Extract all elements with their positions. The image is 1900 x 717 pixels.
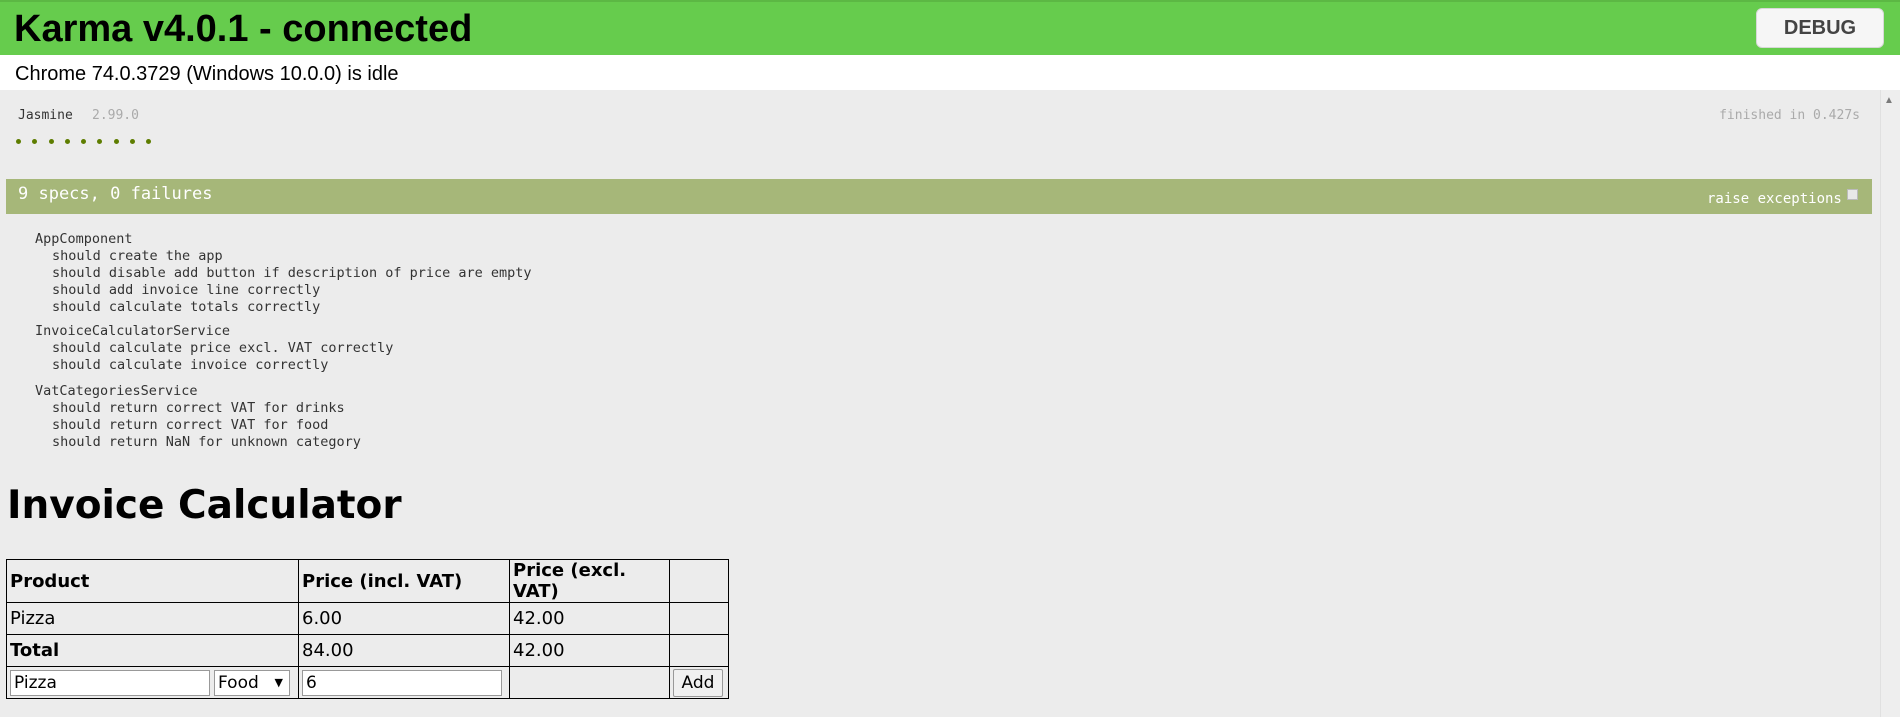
spec-pass-dot xyxy=(48,139,54,144)
spec-pass-dot xyxy=(81,139,87,144)
table-row: Pizza 6.00 42.00 xyxy=(6,602,729,635)
total-actions xyxy=(669,634,729,667)
input-price-cell: 6 xyxy=(298,666,510,699)
spec-result-dots xyxy=(16,139,163,144)
debug-button[interactable]: DEBUG xyxy=(1756,8,1884,48)
page-title: Invoice Calculator xyxy=(7,483,402,528)
header-product: Product xyxy=(6,559,299,603)
spec-item[interactable]: should return NaN for unknown category xyxy=(52,434,361,451)
summary-bar: 9 specs, 0 failures raise exceptions xyxy=(6,179,1872,214)
spec-item[interactable]: should calculate price excl. VAT correct… xyxy=(52,340,393,357)
input-add-cell: Add xyxy=(669,666,729,699)
spec-item[interactable]: should return correct VAT for drinks xyxy=(52,400,345,417)
input-product-cell: Pizza Food ▼ xyxy=(6,666,299,699)
category-selected-value: Food xyxy=(218,672,259,693)
browser-status: Chrome 74.0.3729 (Windows 10.0.0) is idl… xyxy=(15,63,399,85)
karma-banner: Karma v4.0.1 - connected DEBUG xyxy=(0,0,1900,55)
spec-item[interactable]: should calculate invoice correctly xyxy=(52,357,328,374)
spec-pass-dot xyxy=(113,139,119,144)
suite-name[interactable]: VatCategoriesService xyxy=(35,383,198,400)
row-price-incl: 6.00 xyxy=(298,602,510,635)
spec-pass-dot xyxy=(130,139,136,144)
browser-status-bar: Chrome 74.0.3729 (Windows 10.0.0) is idl… xyxy=(0,55,1900,90)
raise-exceptions-checkbox[interactable] xyxy=(1847,189,1858,200)
spec-item[interactable]: should disable add button if description… xyxy=(52,265,532,282)
table-header-row: Product Price (incl. VAT) Price (excl. V… xyxy=(6,559,729,603)
spec-pass-dot xyxy=(97,139,103,144)
input-empty-cell xyxy=(509,666,670,699)
invoice-table: Product Price (incl. VAT) Price (excl. V… xyxy=(6,559,729,699)
suite-name[interactable]: AppComponent xyxy=(35,231,133,248)
scrollbar[interactable] xyxy=(1880,90,1900,717)
row-price-excl: 42.00 xyxy=(509,602,670,635)
jasmine-name: Jasmine xyxy=(18,108,73,123)
summary-text: 9 specs, 0 failures xyxy=(18,184,213,204)
row-product: Pizza xyxy=(6,602,299,635)
category-select[interactable]: Food ▼ xyxy=(214,669,290,696)
scroll-up-arrow-icon[interactable]: ▲ xyxy=(1884,96,1894,106)
finished-time: finished in 0.427s xyxy=(1719,108,1860,123)
header-price-excl: Price (excl. VAT) xyxy=(509,559,670,603)
total-label: Total xyxy=(6,634,299,667)
price-input[interactable]: 6 xyxy=(302,669,502,696)
spec-item[interactable]: should return correct VAT for food xyxy=(52,417,328,434)
spec-pass-dot xyxy=(64,139,70,144)
spec-pass-dot xyxy=(16,139,21,144)
suite-name[interactable]: InvoiceCalculatorService xyxy=(35,323,230,340)
karma-title: Karma v4.0.1 - connected xyxy=(14,8,473,50)
product-input[interactable]: Pizza xyxy=(10,669,210,696)
add-button[interactable]: Add xyxy=(673,668,723,697)
input-row: Pizza Food ▼ 6 Add xyxy=(6,666,729,699)
row-actions xyxy=(669,602,729,635)
total-price-incl: 84.00 xyxy=(298,634,510,667)
spec-pass-dot xyxy=(32,139,38,144)
dropdown-arrow-icon: ▼ xyxy=(274,675,283,689)
header-price-incl: Price (incl. VAT) xyxy=(298,559,510,603)
spec-item[interactable]: should add invoice line correctly xyxy=(52,282,320,299)
total-price-excl: 42.00 xyxy=(509,634,670,667)
total-row: Total 84.00 42.00 xyxy=(6,634,729,667)
header-actions xyxy=(669,559,729,603)
spec-item[interactable]: should calculate totals correctly xyxy=(52,299,320,316)
jasmine-version: 2.99.0 xyxy=(92,108,139,123)
raise-exceptions-label: raise exceptions xyxy=(1707,191,1842,207)
spec-item[interactable]: should create the app xyxy=(52,248,223,265)
spec-pass-dot xyxy=(146,139,152,144)
